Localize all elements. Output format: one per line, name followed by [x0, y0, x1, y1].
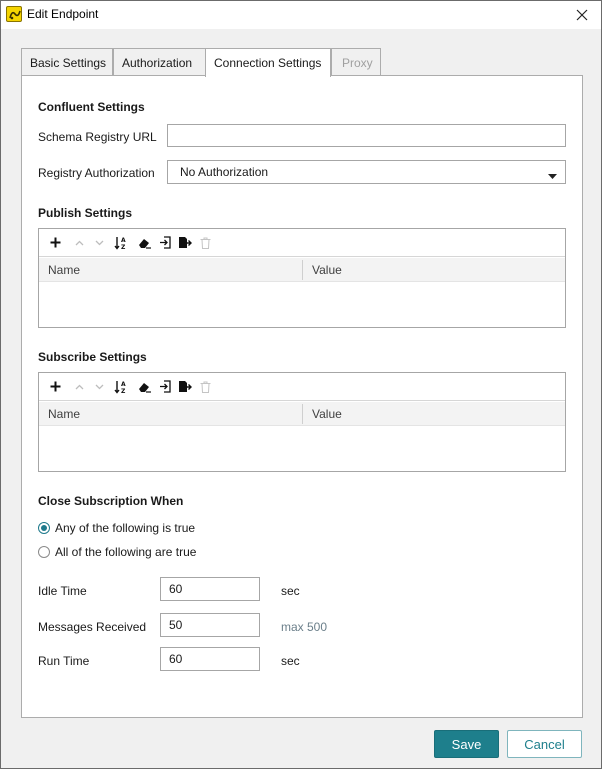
publish-settings-grid: A Z Name Value: [38, 228, 566, 328]
cancel-button[interactable]: Cancel: [507, 730, 582, 758]
radio-all-true[interactable]: All of the following are true: [38, 545, 196, 559]
eraser-icon[interactable]: [135, 377, 155, 397]
tab-proxy: Proxy: [331, 48, 381, 76]
delete-icon: [195, 233, 215, 253]
registry-authorization-label: Registry Authorization: [38, 166, 155, 180]
publish-settings-title: Publish Settings: [38, 206, 133, 220]
sort-az-icon[interactable]: A Z: [111, 377, 131, 397]
registry-authorization-select[interactable]: No Authorization: [167, 160, 566, 184]
close-subscription-title: Close Subscription When: [38, 494, 184, 508]
svg-text:A: A: [121, 237, 126, 244]
subscribe-toolbar: A Z: [39, 373, 565, 401]
svg-text:Z: Z: [121, 244, 126, 250]
export-icon[interactable]: [175, 233, 195, 253]
radio-all-true-label: All of the following are true: [55, 545, 197, 559]
subscribe-settings-title: Subscribe Settings: [38, 350, 147, 364]
import-icon[interactable]: [155, 233, 175, 253]
registry-authorization-value: No Authorization: [180, 165, 269, 179]
messages-received-label: Messages Received: [38, 620, 147, 634]
import-icon[interactable]: [155, 377, 175, 397]
tab-authorization[interactable]: Authorization: [113, 48, 206, 76]
svg-text:Z: Z: [121, 388, 126, 394]
radio-unchecked-icon[interactable]: [38, 546, 50, 558]
column-header-value[interactable]: Value: [303, 258, 350, 282]
messages-received-input[interactable]: 50: [160, 613, 260, 637]
close-icon[interactable]: [571, 4, 593, 26]
export-icon[interactable]: [175, 377, 195, 397]
move-down-icon: [89, 377, 109, 397]
run-time-input[interactable]: 60: [160, 647, 260, 671]
publish-toolbar: A Z: [39, 229, 565, 257]
sort-az-icon[interactable]: A Z: [111, 233, 131, 253]
eraser-icon[interactable]: [135, 233, 155, 253]
window-title: Edit Endpoint: [27, 7, 99, 21]
subscribe-settings-grid: A Z Name Value: [38, 372, 566, 472]
move-up-icon: [69, 377, 89, 397]
edit-endpoint-dialog: Edit Endpoint Basic Settings Authorizati…: [0, 0, 602, 769]
app-logo-icon: [6, 6, 22, 22]
messages-max-hint: max 500: [281, 620, 328, 634]
move-down-icon: [89, 233, 109, 253]
title-bar: Edit Endpoint: [1, 1, 601, 29]
add-icon[interactable]: [45, 377, 65, 397]
dropdown-arrow-icon: [548, 169, 557, 183]
delete-icon: [195, 377, 215, 397]
column-header-name[interactable]: Name: [39, 402, 88, 426]
subscribe-grid-header: Name Value: [39, 402, 565, 426]
run-time-unit: sec: [281, 654, 300, 668]
idle-time-input[interactable]: 60: [160, 577, 260, 601]
idle-time-unit: sec: [281, 584, 300, 598]
column-header-value[interactable]: Value: [303, 402, 350, 426]
svg-text:A: A: [121, 381, 126, 388]
move-up-icon: [69, 233, 89, 253]
run-time-label: Run Time: [38, 654, 90, 668]
radio-any-true[interactable]: Any of the following is true: [38, 521, 195, 535]
connection-settings-panel: Confluent Settings Schema Registry URL R…: [21, 75, 583, 718]
confluent-settings-title: Confluent Settings: [38, 100, 145, 114]
schema-registry-url-label: Schema Registry URL: [38, 130, 157, 144]
tab-connection-settings[interactable]: Connection Settings: [205, 48, 331, 77]
add-icon[interactable]: [45, 233, 65, 253]
column-header-name[interactable]: Name: [39, 258, 88, 282]
idle-time-label: Idle Time: [38, 584, 87, 598]
radio-any-true-label: Any of the following is true: [55, 521, 196, 535]
schema-registry-url-input[interactable]: [167, 124, 566, 147]
tab-basic-settings[interactable]: Basic Settings: [21, 48, 113, 76]
radio-checked-icon[interactable]: [38, 522, 50, 534]
save-button[interactable]: Save: [434, 730, 499, 758]
publish-grid-header: Name Value: [39, 258, 565, 282]
